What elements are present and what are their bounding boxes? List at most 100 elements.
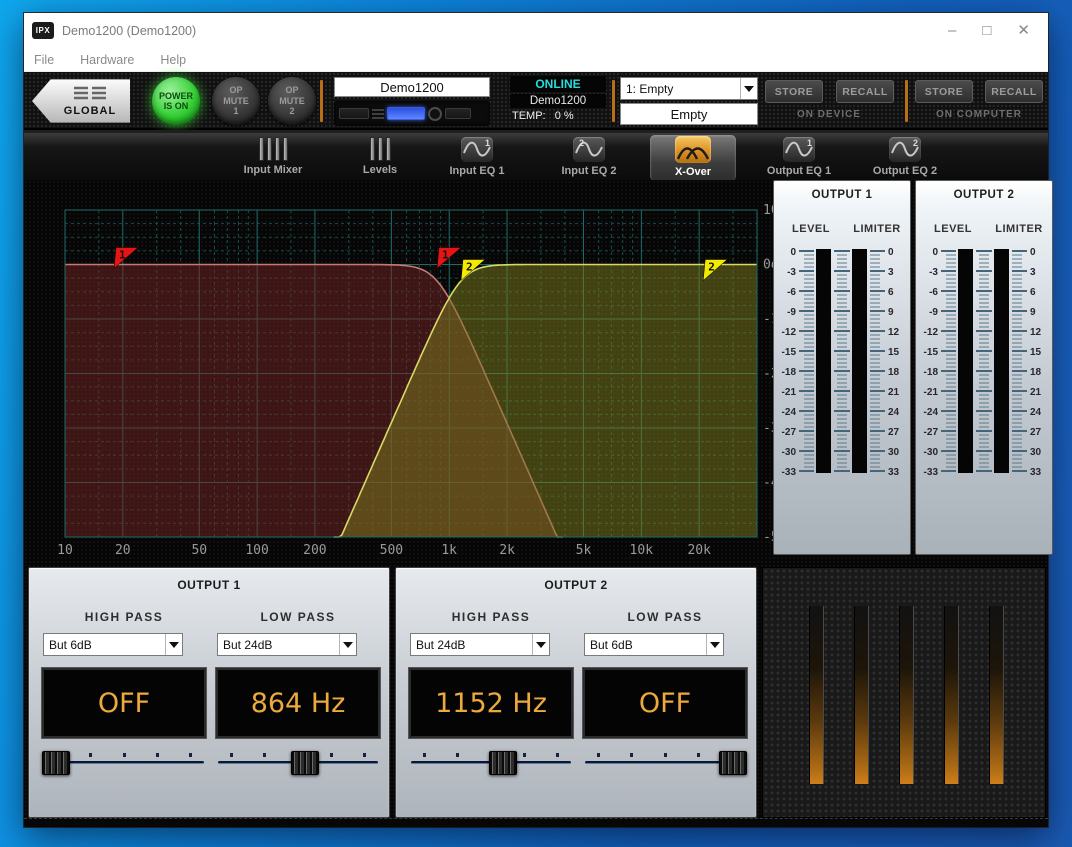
eq-sine-icon: 2: [889, 137, 921, 162]
svg-text:2: 2: [708, 261, 715, 274]
tab-input-eq-2[interactable]: 2 Input EQ 2: [546, 135, 632, 181]
o2-high-pass-type-select[interactable]: But 24dB: [410, 633, 550, 656]
store-on-device-button[interactable]: STORE: [765, 80, 823, 103]
o2-low-pass-type-select[interactable]: But 6dB: [584, 633, 724, 656]
eq-sine-icon: 1: [783, 137, 815, 162]
o2-high-pass-slider[interactable]: [409, 750, 573, 780]
level-label: LEVEL: [780, 223, 842, 235]
maximize-button[interactable]: □: [982, 23, 991, 38]
slider-knob[interactable]: [42, 751, 70, 775]
svg-text:-27: -27: [782, 427, 797, 438]
online-status: ONLINE: [510, 76, 606, 92]
main-content: 11221020501002005001k2k5k10k20k100dB-10-…: [24, 180, 1048, 818]
tab-input-mixer[interactable]: Input Mixer: [230, 135, 316, 181]
svg-text:15: 15: [888, 347, 900, 358]
tab-input-eq-1[interactable]: 1 Input EQ 1: [434, 135, 520, 181]
slider-knob[interactable]: [719, 751, 747, 775]
o1-high-pass-type-select[interactable]: But 6dB: [43, 633, 183, 656]
slider-knob[interactable]: [291, 751, 319, 775]
svg-text:-30: -30: [924, 447, 939, 458]
level-label: LEVEL: [922, 223, 984, 235]
svg-text:27: 27: [1030, 427, 1042, 438]
tab-levels[interactable]: Levels: [337, 135, 423, 181]
svg-text:9: 9: [888, 307, 894, 318]
chevron-down-icon: [740, 78, 757, 99]
preset-select[interactable]: 1: Empty: [620, 77, 758, 100]
meter-panel-title: OUTPUT 2: [916, 189, 1052, 201]
svg-text:9: 9: [1030, 307, 1036, 318]
svg-text:-9: -9: [787, 307, 796, 318]
svg-text:20: 20: [115, 543, 131, 558]
panel-title: OUTPUT 2: [396, 578, 756, 592]
svg-text:12: 12: [888, 327, 900, 338]
on-computer-caption: ON COMPUTER: [914, 109, 1044, 120]
decor-bar: [854, 606, 869, 784]
high-pass-label: HIGH PASS: [42, 610, 206, 624]
tab-output-eq-2[interactable]: 2 Output EQ 2: [862, 135, 948, 181]
o1-high-pass-freq-display: OFF: [42, 668, 206, 738]
decor-bar: [899, 606, 914, 784]
device-name-input[interactable]: [334, 77, 490, 97]
chevron-down-icon: [165, 634, 182, 655]
svg-text:2: 2: [579, 138, 584, 148]
o1-low-pass-slider[interactable]: [216, 750, 380, 780]
svg-text:24: 24: [1030, 407, 1042, 418]
minimize-button[interactable]: –: [948, 23, 956, 38]
tab-output-eq-1[interactable]: 1 Output EQ 1: [756, 135, 842, 181]
recall-on-device-button[interactable]: RECALL: [836, 80, 894, 103]
svg-text:-18: -18: [924, 367, 939, 378]
op-mute-1-button[interactable]: OP MUTE 1: [212, 77, 260, 125]
svg-text:18: 18: [1030, 367, 1042, 378]
svg-text:3: 3: [888, 267, 894, 278]
global-button[interactable]: GLOBAL: [32, 78, 130, 124]
menu-lines-icon: [72, 85, 108, 103]
slider-knob[interactable]: [489, 751, 517, 775]
svg-text:21: 21: [888, 387, 900, 398]
preset-name-input[interactable]: [620, 103, 758, 125]
o1-high-pass-slider[interactable]: [42, 750, 206, 780]
svg-text:1: 1: [442, 249, 449, 262]
svg-text:500: 500: [380, 543, 403, 558]
rack-left-block: [339, 108, 369, 119]
menu-help[interactable]: Help: [160, 53, 186, 67]
crossover-icon: [675, 136, 711, 163]
tab-x-over[interactable]: X-Over: [650, 135, 736, 181]
status-device-name: Demo1200: [510, 94, 606, 108]
svg-text:6: 6: [1030, 287, 1036, 298]
svg-text:6: 6: [888, 287, 894, 298]
eq-sine-icon: 2: [573, 137, 605, 162]
xover-chart[interactable]: 11221020501002005001k2k5k10k20k100dB-10-…: [24, 180, 784, 565]
temperature-readout: TEMP: 0 %: [510, 110, 606, 122]
level-limiter-meters: 00-33-66-99-1212-1515-1818-2121-2424-272…: [916, 243, 1054, 483]
svg-text:1: 1: [119, 249, 126, 262]
svg-text:24: 24: [888, 407, 900, 418]
op-mute-2-button[interactable]: OP MUTE 2: [268, 77, 316, 125]
svg-text:200: 200: [303, 543, 326, 558]
rack-buttons: [372, 109, 384, 119]
decor-bar: [944, 606, 959, 784]
svg-text:12: 12: [1030, 327, 1042, 338]
svg-text:50: 50: [191, 543, 207, 558]
divider: [320, 80, 323, 122]
svg-text:15: 15: [1030, 347, 1042, 358]
divider: [612, 80, 615, 122]
menu-file[interactable]: File: [34, 53, 54, 67]
svg-text:-24: -24: [782, 407, 797, 418]
recall-on-computer-button[interactable]: RECALL: [985, 80, 1043, 103]
close-button[interactable]: ✕: [1017, 23, 1030, 38]
device-rack-image: [334, 101, 490, 126]
decor-bar: [989, 606, 1004, 784]
svg-text:-33: -33: [924, 467, 939, 478]
o2-low-pass-slider[interactable]: [583, 750, 747, 780]
panel-title: OUTPUT 1: [29, 578, 389, 592]
level-limiter-meters: 00-33-66-99-1212-1515-1818-2121-2424-272…: [774, 243, 912, 483]
power-button[interactable]: POWER IS ON: [152, 77, 200, 125]
store-on-computer-button[interactable]: STORE: [915, 80, 973, 103]
svg-text:1: 1: [485, 138, 490, 148]
o1-low-pass-type-select[interactable]: But 24dB: [217, 633, 357, 656]
brand-decor-panel: [762, 567, 1046, 818]
svg-text:2k: 2k: [499, 543, 515, 558]
chevron-down-icon: [532, 634, 549, 655]
high-pass-label: HIGH PASS: [409, 610, 573, 624]
menu-hardware[interactable]: Hardware: [80, 53, 134, 67]
